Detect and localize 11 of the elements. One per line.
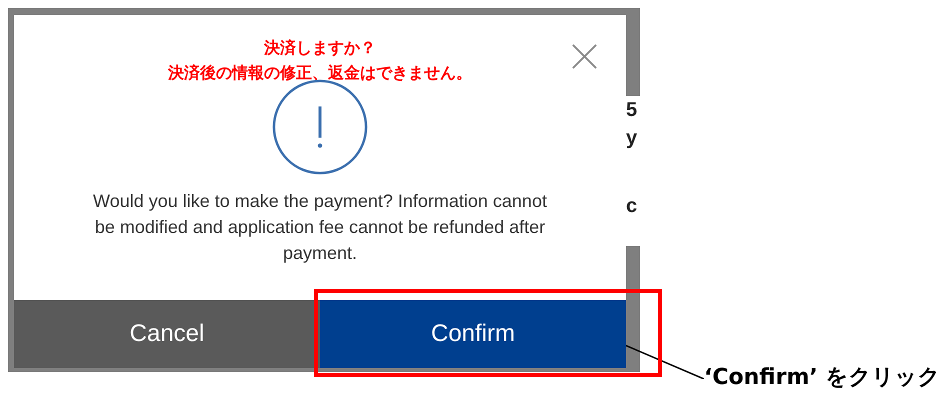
annotation-text: ‘Confirm’ をクリック [704, 364, 940, 392]
confirm-button[interactable]: Confirm [320, 300, 626, 368]
dialog-message: Would you like to make the payment? Information cannot be modified and application fee cannot be refunded after payment. [92, 190, 548, 265]
notice-text: 決済後の情報の修正、返金はできません。 [168, 62, 472, 84]
text-fragment: y [626, 126, 638, 151]
text-fragment: 5 [626, 98, 638, 123]
text-fragment: c [626, 194, 638, 219]
cancel-button[interactable]: Cancel [14, 300, 320, 368]
notice-text: 決済しますか？ [263, 37, 377, 59]
close-icon[interactable] [571, 43, 598, 70]
exclamation-icon [272, 79, 368, 175]
